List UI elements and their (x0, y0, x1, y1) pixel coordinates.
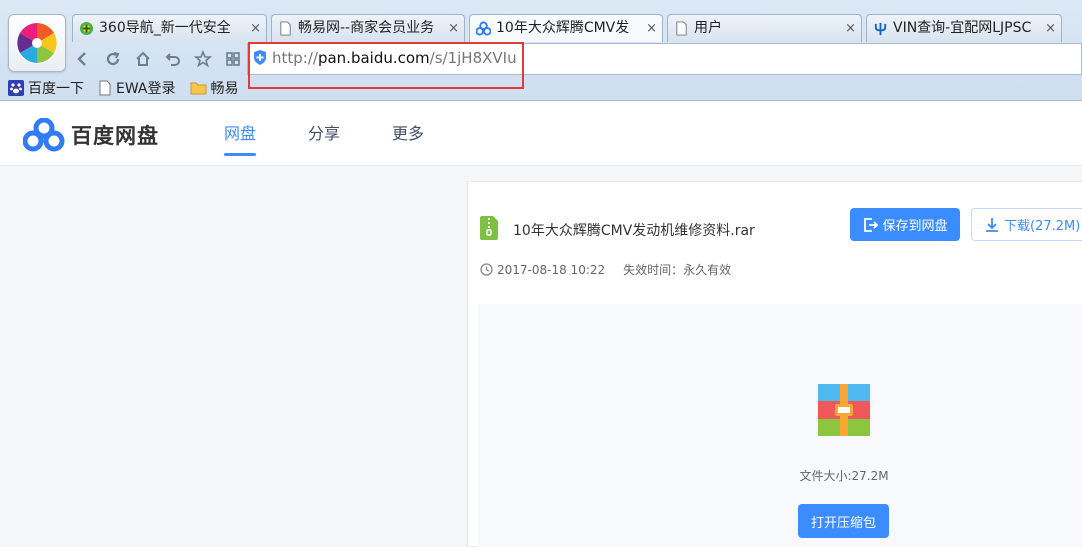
nav-toolbar (72, 43, 244, 75)
file-meta: 2017-08-18 10:22 失效时间：永久有效 (480, 261, 731, 278)
zip-file-icon (480, 216, 498, 240)
tab-user[interactable]: 用户 × (667, 14, 862, 42)
home-icon[interactable] (132, 48, 154, 70)
tab-vin[interactable]: VIN查询-宜配网LJPSC × (866, 14, 1062, 42)
paw-icon (8, 80, 24, 96)
open-archive-button[interactable]: 打开压缩包 (798, 504, 889, 538)
tab-360-nav[interactable]: 360导航_新一代安全 × (72, 14, 267, 42)
bookmark-label: EWA登录 (116, 81, 176, 97)
bookmarks-bar: 百度一下 EWA登录 畅易 (8, 77, 239, 99)
site-header: 百度网盘 网盘 分享 更多 (0, 101, 1082, 166)
browser-chrome: 360导航_新一代安全 × 畅易网--商家会员业务 × 10年大众辉腾CMV发 … (0, 0, 1082, 101)
bookmark-label: 百度一下 (28, 81, 84, 97)
refresh-icon[interactable] (102, 48, 124, 70)
bookmark-ewa[interactable]: EWA登录 (98, 78, 176, 98)
folder-icon (190, 82, 206, 95)
download-icon (986, 217, 998, 232)
browser-logo[interactable] (8, 14, 66, 72)
undo-icon[interactable] (162, 48, 184, 70)
nav-item-disk[interactable]: 网盘 (224, 101, 257, 166)
main-nav: 网盘 分享 更多 (224, 101, 424, 166)
archive-icon (818, 384, 870, 436)
tab-changyi[interactable]: 畅易网--商家会员业务 × (271, 14, 465, 42)
brand-logo[interactable]: 百度网盘 (23, 118, 159, 152)
clock-icon (480, 263, 493, 276)
save-label: 保存到网盘 (882, 219, 948, 234)
preview-area: 文件大小:27.2M 打开压缩包 (478, 304, 1082, 547)
nav-item-share[interactable]: 分享 (308, 101, 340, 166)
url-highlight-box (248, 42, 524, 89)
close-icon[interactable]: × (448, 15, 459, 42)
close-icon[interactable]: × (1045, 15, 1056, 42)
tab-baidu-pan[interactable]: 10年大众辉腾CMV发 × (469, 14, 663, 42)
tab-label: VIN查询-宜配网LJPSC (893, 20, 1032, 36)
share-card: 10年大众辉腾CMV发动机维修资料.rar 保存到网盘 下载(27.2M) 20… (467, 181, 1082, 547)
bookmark-label: 畅易 (210, 81, 239, 97)
tab-label: 10年大众辉腾CMV发 (496, 20, 630, 36)
back-icon[interactable] (72, 48, 94, 70)
apps-icon[interactable] (222, 48, 244, 70)
save-export-icon (864, 217, 879, 232)
trident-icon (874, 22, 887, 36)
tab-label: 360导航_新一代安全 (99, 20, 231, 36)
page-icon (676, 21, 687, 36)
expire-time: 失效时间：永久有效 (623, 263, 732, 277)
bookmark-changyi[interactable]: 畅易 (190, 78, 239, 98)
tab-label: 用户 (694, 20, 722, 36)
download-label: 下载(27.2M) (1004, 219, 1081, 234)
close-icon[interactable]: × (646, 15, 657, 42)
nav-item-more[interactable]: 更多 (392, 101, 424, 166)
bookmark-baidu[interactable]: 百度一下 (8, 78, 84, 98)
star-icon[interactable] (192, 48, 214, 70)
baidu-cloud-icon (476, 21, 491, 36)
file-name: 10年大众辉腾CMV发动机维修资料.rar (513, 223, 755, 239)
tab-strip: 360导航_新一代安全 × 畅易网--商家会员业务 × 10年大众辉腾CMV发 … (72, 14, 1066, 42)
page-icon (280, 21, 291, 36)
share-date: 2017-08-18 10:22 (497, 262, 606, 277)
close-icon[interactable]: × (250, 15, 261, 42)
save-to-pan-button[interactable]: 保存到网盘 (850, 208, 960, 241)
close-icon[interactable]: × (845, 15, 856, 42)
brand-name: 百度网盘 (71, 124, 159, 148)
download-button[interactable]: 下载(27.2M) (971, 208, 1082, 241)
baidu-cloud-logo-icon (23, 118, 65, 152)
plus-circle-icon (79, 21, 94, 36)
file-size: 文件大小:27.2M (799, 469, 889, 483)
page-icon (99, 80, 111, 96)
tab-label: 畅易网--商家会员业务 (298, 20, 435, 36)
pinwheel-icon (16, 22, 58, 64)
